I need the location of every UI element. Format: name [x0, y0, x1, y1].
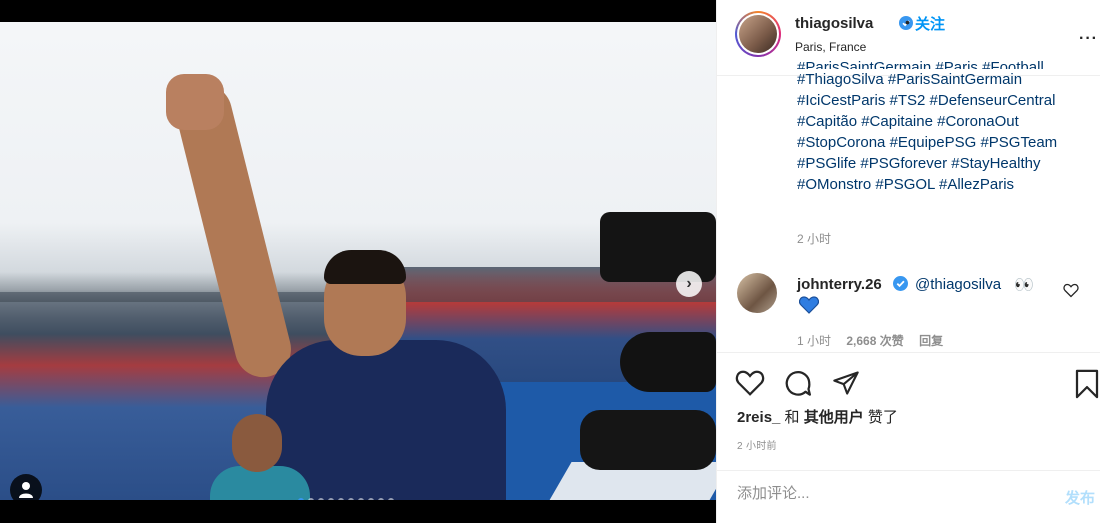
comment-likes[interactable]: 2,668 次赞	[846, 334, 903, 348]
likes-suffix: 赞了	[867, 409, 898, 426]
comment-item: johnterry.26 @thiagosilva 👀 1 小时 2,668 次…	[717, 268, 1100, 348]
comment-input[interactable]	[737, 485, 1037, 502]
heart-outline-icon[interactable]	[735, 369, 765, 402]
chevron-right-icon[interactable]: ›	[676, 271, 702, 297]
comment-meta: 1 小时 2,668 次赞 回复	[797, 332, 943, 349]
caption-line[interactable]: #IciCestParis #TS2 #DefenseurCentral	[797, 90, 1087, 111]
author-avatar[interactable]	[735, 11, 781, 57]
add-comment-bar: 发布	[717, 470, 1100, 523]
caption-line[interactable]: #StopCorona #EquipePSG #PSGTeam	[797, 132, 1087, 153]
user-tag-icon[interactable]	[10, 474, 42, 500]
post-photo[interactable]: ›	[0, 22, 716, 500]
paper-plane-icon[interactable]	[831, 369, 861, 402]
carousel-dot	[348, 498, 354, 500]
carousel-dots	[298, 498, 394, 500]
comment-bubble-icon[interactable]	[783, 369, 813, 404]
caption-line[interactable]: #PSGlife #PSGforever #StayHealthy	[797, 153, 1087, 174]
child-head	[232, 414, 282, 472]
post-timestamp[interactable]: 2 小时前	[737, 437, 777, 452]
post-caption: #ParisSaintGermain #Paris #Football #Thi…	[797, 59, 1087, 195]
small-heart-icon[interactable]	[1063, 283, 1079, 303]
player-hair	[324, 250, 406, 284]
post-actions	[717, 352, 1100, 412]
post-comment-button[interactable]: 发布	[1065, 487, 1095, 508]
verified-badge-icon	[893, 276, 908, 291]
separator-dot: •	[905, 14, 910, 30]
caption-clipped-line[interactable]: #ParisSaintGermain #Paris #Football	[797, 57, 1087, 69]
follow-button[interactable]: 关注	[915, 13, 945, 34]
caption-timestamp: 2 小时	[797, 232, 832, 246]
child-figure	[210, 414, 310, 500]
commenter-username[interactable]: johnterry.26	[797, 276, 882, 293]
player-fist	[166, 74, 224, 130]
tv-camera-2	[620, 332, 716, 392]
caption-line[interactable]: #Capitão #Capitaine #CoronaOut	[797, 111, 1087, 132]
blue-heart-emoji	[798, 296, 820, 319]
more-dots-icon[interactable]: ···	[1079, 30, 1098, 48]
caption-line[interactable]: #OMonstro #PSGOL #AllezParis	[797, 174, 1087, 195]
post-side-panel: thiagosilva • 关注 Paris, France ··· #Pari…	[716, 0, 1100, 523]
liker-username[interactable]: 2reis_	[737, 409, 780, 426]
instagram-post-view: › thiagosilva • 关注 Paris, France ··· #Pa…	[0, 0, 1100, 523]
bookmark-icon[interactable]	[1073, 369, 1100, 404]
caption-line[interactable]: #ThiagoSilva #ParisSaintGermain	[797, 69, 1087, 90]
comment-mention[interactable]: @thiagosilva	[915, 276, 1001, 293]
carousel-dot	[368, 498, 374, 500]
carousel-dot	[298, 498, 304, 500]
carousel-dot	[358, 498, 364, 500]
tv-camera-1	[600, 212, 716, 282]
author-username[interactable]: thiagosilva	[795, 15, 873, 32]
other-likers-link[interactable]: 其他用户	[804, 409, 864, 426]
likes-summary: 2reis_ 和 其他用户 赞了	[737, 406, 898, 427]
post-location[interactable]: Paris, France	[795, 40, 866, 54]
commenter-avatar[interactable]	[737, 273, 777, 313]
reply-button[interactable]: 回复	[919, 334, 943, 348]
carousel-dot	[318, 498, 324, 500]
carousel-dot	[328, 498, 334, 500]
comment-eyes-emoji: 👀	[1014, 277, 1034, 294]
carousel-dot	[338, 498, 344, 500]
tv-camera-3	[580, 410, 716, 470]
likes-joiner: 和	[784, 409, 800, 426]
carousel-dot	[378, 498, 384, 500]
carousel-dot	[388, 498, 394, 500]
comment-timestamp: 1 小时	[797, 334, 832, 348]
carousel-dot	[308, 498, 314, 500]
